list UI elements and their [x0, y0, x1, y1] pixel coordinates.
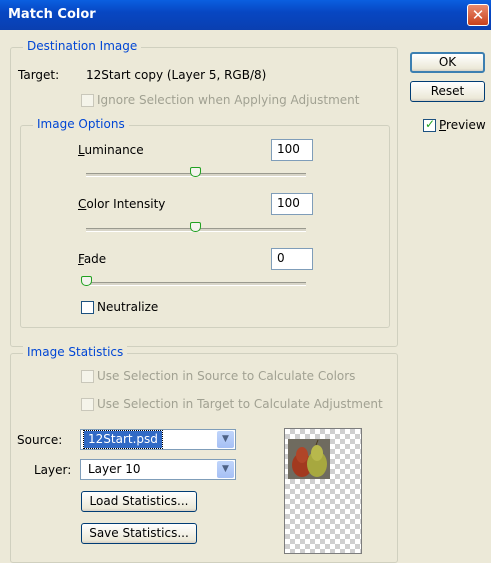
fade-slider-thumb[interactable] — [81, 276, 92, 286]
layer-selected-value: Layer 10 — [88, 462, 141, 476]
reset-button[interactable]: Reset — [410, 81, 485, 102]
luminance-label: Luminance — [78, 143, 144, 157]
ignore-selection-checkbox[interactable] — [81, 94, 94, 107]
window-title: Match Color — [8, 7, 96, 22]
color-intensity-label: Color Intensity — [78, 197, 166, 211]
dialog-client: Destination Image Target: 12Start copy (… — [0, 30, 491, 563]
title-bar[interactable]: Match Color ✕ — [0, 0, 491, 30]
luminance-input[interactable]: 100 — [271, 139, 313, 161]
source-thumbnail — [284, 428, 362, 554]
source-selected-value: 12Start.psd — [83, 430, 163, 449]
source-label: Source: — [17, 433, 63, 447]
destination-image-legend: Destination Image — [23, 39, 142, 53]
chevron-down-icon[interactable]: ▼ — [217, 431, 234, 448]
neutralize-label: Neutralize — [97, 300, 159, 314]
ok-button[interactable]: OK — [410, 52, 485, 73]
image-options-legend: Image Options — [33, 117, 129, 131]
ignore-selection-label: Ignore Selection when Applying Adjustmen… — [97, 93, 360, 107]
preview-checkbox[interactable]: ✓ — [423, 117, 436, 132]
layer-dropdown[interactable]: Layer 10 ▼ — [80, 459, 236, 480]
chevron-down-icon[interactable]: ▼ — [217, 461, 234, 478]
luminance-slider-thumb[interactable] — [190, 167, 201, 177]
load-statistics-button[interactable]: Load Statistics... — [81, 491, 197, 512]
use-target-selection-label: Use Selection in Target to Calculate Adj… — [97, 397, 383, 411]
match-color-dialog: Match Color ✕ Destination Image Target: … — [0, 0, 491, 563]
layer-label: Layer: — [34, 463, 72, 477]
check-icon: ✓ — [425, 117, 436, 131]
fade-input[interactable]: 0 — [271, 248, 313, 270]
pears-thumbnail-image — [288, 439, 330, 479]
save-statistics-button[interactable]: Save Statistics... — [81, 523, 197, 544]
fade-label: Fade — [78, 252, 107, 266]
close-icon[interactable]: ✕ — [467, 4, 489, 26]
color-intensity-slider-thumb[interactable] — [190, 222, 201, 232]
target-label: Target: — [18, 68, 60, 82]
source-dropdown[interactable]: 12Start.psd ▼ — [80, 429, 236, 450]
preview-label: Preview — [439, 118, 486, 132]
image-options-group: Image Options — [20, 117, 390, 328]
use-source-selection-checkbox[interactable] — [81, 370, 94, 383]
fade-slider-track[interactable] — [86, 282, 306, 286]
neutralize-checkbox[interactable] — [81, 301, 94, 314]
image-statistics-legend: Image Statistics — [23, 345, 128, 359]
target-value: 12Start copy (Layer 5, RGB/8) — [86, 68, 267, 82]
luminance-label-text: uminance — [84, 143, 144, 157]
use-target-selection-checkbox[interactable] — [81, 398, 94, 411]
use-source-selection-label: Use Selection in Source to Calculate Col… — [97, 369, 356, 383]
color-intensity-input[interactable]: 100 — [271, 193, 313, 215]
